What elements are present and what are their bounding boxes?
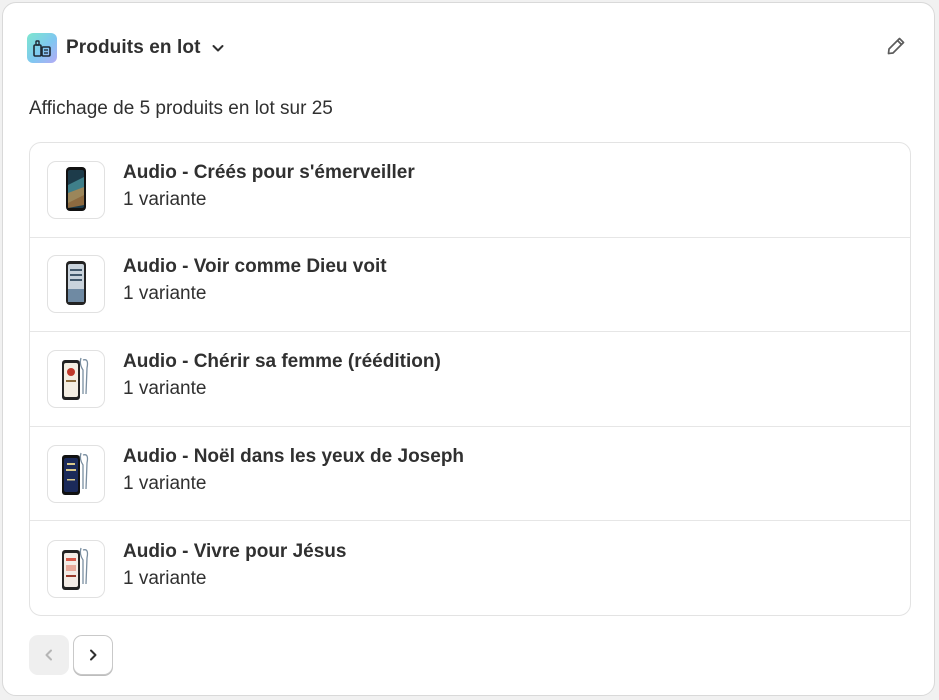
list-item[interactable]: Audio - Noël dans les yeux de Joseph 1 v… (30, 427, 910, 522)
card-header: Produits en lot (27, 32, 910, 64)
pagination (29, 635, 113, 675)
next-page-button[interactable] (73, 635, 113, 675)
chevron-down-icon[interactable] (209, 39, 227, 57)
product-thumbnail (47, 349, 105, 408)
product-thumbnail (47, 539, 105, 598)
bundled-products-list: Audio - Créés pour s'émerveiller 1 varia… (29, 142, 911, 616)
list-item[interactable]: Audio - Chérir sa femme (réédition) 1 va… (30, 332, 910, 427)
product-name: Audio - Noël dans les yeux de Joseph (123, 445, 465, 467)
chevron-right-icon (90, 649, 97, 661)
product-variant-count: 1 variante (123, 283, 207, 305)
product-variant-count: 1 variante (123, 377, 207, 399)
bundled-products-card: Produits en lot Affichage de 5 produits … (2, 2, 935, 696)
list-item[interactable]: Audio - Créés pour s'émerveiller 1 varia… (30, 143, 910, 238)
bundle-app-icon (27, 33, 57, 63)
product-thumbnail (47, 444, 105, 503)
product-name: Audio - Chérir sa femme (réédition) (123, 350, 441, 372)
previous-page-button[interactable] (29, 635, 69, 675)
pencil-icon (887, 37, 905, 55)
product-variant-count: 1 variante (123, 567, 207, 589)
product-variant-count: 1 variante (123, 472, 207, 494)
list-item[interactable]: Audio - Vivre pour Jésus 1 variante (30, 521, 910, 615)
list-item[interactable]: Audio - Voir comme Dieu voit 1 variante (30, 238, 910, 333)
product-name: Audio - Vivre pour Jésus (123, 540, 347, 562)
product-thumbnail (47, 255, 105, 314)
card-title: Produits en lot (66, 37, 201, 58)
product-name: Audio - Créés pour s'émerveiller (123, 161, 415, 183)
chevron-left-icon (45, 649, 52, 661)
edit-button[interactable] (882, 32, 910, 60)
product-thumbnail (47, 160, 105, 219)
product-name: Audio - Voir comme Dieu voit (123, 256, 387, 278)
product-variant-count: 1 variante (123, 188, 207, 210)
bundle-summary-text: Affichage de 5 produits en lot sur 25 (29, 98, 333, 119)
